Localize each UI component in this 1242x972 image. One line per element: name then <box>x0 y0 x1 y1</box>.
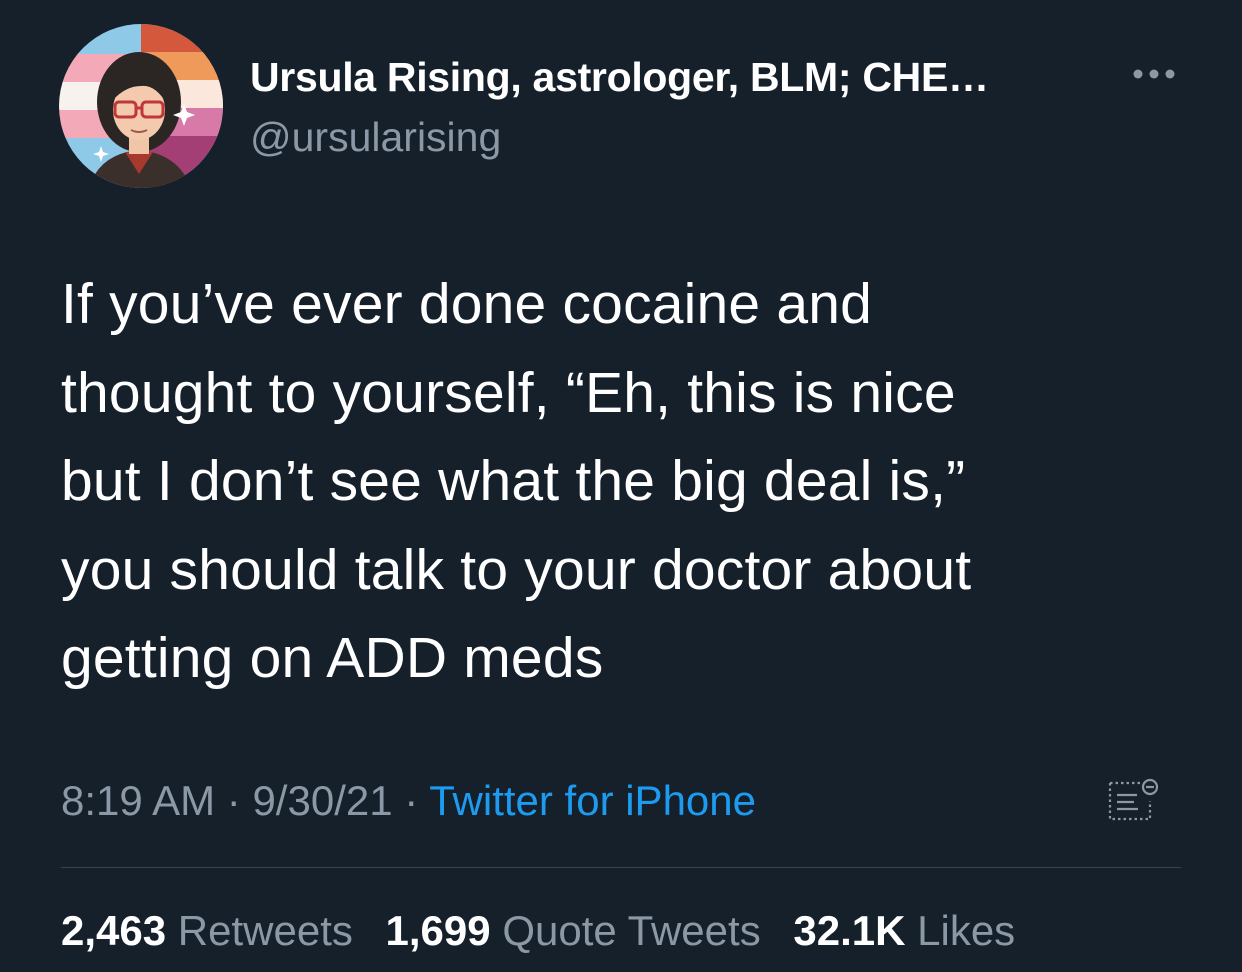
tweet-text-line: getting on ADD meds <box>61 626 604 690</box>
tweet-analytics-icon[interactable] <box>1104 775 1164 825</box>
tweet-source-link[interactable]: Twitter for iPhone <box>429 777 756 824</box>
tweet-text-line: but I don’t see what the big deal is,” <box>61 449 966 513</box>
quote-tweets-count: 1,699 <box>385 907 491 954</box>
quote-tweets-stat[interactable]: 1,699 Quote Tweets <box>386 904 761 958</box>
meta-separator: · <box>404 777 419 824</box>
retweets-count: 2,463 <box>61 907 167 954</box>
tweet-text: If you’ve ever done cocaine and thought … <box>61 260 1181 703</box>
likes-count: 32.1K <box>793 907 906 954</box>
tweet-text-line: you should talk to your doctor about <box>61 537 972 602</box>
more-horizontal-icon[interactable] <box>1128 62 1180 86</box>
retweets-label: Retweets <box>177 907 353 954</box>
tweet-text-line: If you’ve ever done cocaine and <box>61 272 873 336</box>
avatar[interactable] <box>59 24 223 188</box>
tweet-meta: 8:19 AM · 9/30/21 · Twitter for iPhone <box>61 774 756 828</box>
likes-label: Likes <box>917 907 1016 954</box>
tweet-text-line: thought to yourself, “Eh, this is nice <box>61 360 956 425</box>
tweet-date[interactable]: 9/30/21 <box>252 777 392 824</box>
meta-separator: · <box>226 777 241 824</box>
display-name[interactable]: Ursula Rising, astrologer, BLM; CHE… <box>250 50 989 104</box>
retweets-stat[interactable]: 2,463 Retweets <box>61 904 353 958</box>
likes-stat[interactable]: 32.1K Likes <box>793 904 1015 958</box>
tweet-time[interactable]: 8:19 AM <box>61 777 215 824</box>
quote-tweets-label: Quote Tweets <box>502 907 761 954</box>
user-handle[interactable]: @ursularising <box>250 110 501 164</box>
tweet-stats: 2,463 Retweets 1,699 Quote Tweets 32.1K … <box>61 904 1015 958</box>
divider <box>61 867 1181 868</box>
